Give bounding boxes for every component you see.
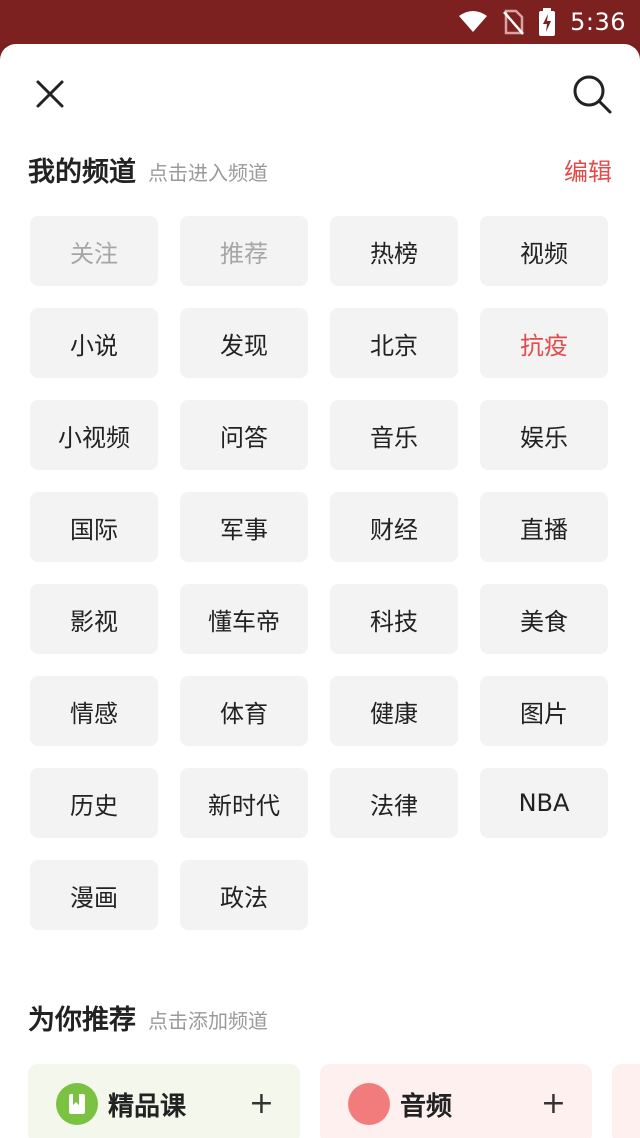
recommended-card-audio[interactable]: 音频 + bbox=[320, 1064, 592, 1138]
channel-chip[interactable]: 军事 bbox=[180, 492, 308, 562]
channel-chip[interactable]: 直播 bbox=[480, 492, 608, 562]
channel-chip[interactable]: 影视 bbox=[30, 584, 158, 654]
channel-chip[interactable]: NBA bbox=[480, 768, 608, 838]
recommended-title: 为你推荐 bbox=[28, 1004, 136, 1036]
wifi-icon bbox=[459, 11, 488, 32]
sheet-top-bar bbox=[0, 44, 640, 144]
channel-chip[interactable]: 发现 bbox=[180, 308, 308, 378]
status-time: 5:36 bbox=[570, 8, 626, 36]
battery-charging-icon bbox=[539, 8, 556, 36]
no-sim-icon bbox=[503, 9, 525, 35]
recommended-card-label: 精品课 bbox=[108, 1091, 187, 1122]
channel-chip[interactable]: 娱乐 bbox=[480, 400, 608, 470]
status-icons: 5:36 bbox=[458, 6, 626, 38]
edit-button[interactable]: 编辑 bbox=[564, 152, 612, 187]
channel-chip[interactable]: 美食 bbox=[480, 584, 608, 654]
channel-chip[interactable]: 热榜 bbox=[330, 216, 458, 286]
channel-chip[interactable]: 抗疫 bbox=[480, 308, 608, 378]
recommended-header: 为你推荐 点击添加频道 bbox=[28, 992, 612, 1042]
channel-chip[interactable]: 法律 bbox=[330, 768, 458, 838]
channel-sheet: 我的频道 点击进入频道 编辑 关注 推荐 热榜 视频小说 发现 北京 抗疫小视频 问答 音乐 娱乐… bbox=[0, 44, 640, 1138]
recommended-hint: 点击添加频道 bbox=[148, 1008, 268, 1033]
channel-chip[interactable]: 北京 bbox=[330, 308, 458, 378]
channel-chip[interactable]: 财经 bbox=[330, 492, 458, 562]
channel-chip[interactable]: 推荐 bbox=[180, 216, 308, 286]
channel-chip[interactable]: 小说 bbox=[30, 308, 158, 378]
my-channels-hint: 点击进入频道 bbox=[148, 160, 268, 185]
add-channel-button[interactable]: + bbox=[249, 1086, 274, 1121]
search-icon[interactable] bbox=[570, 72, 614, 116]
channel-chip[interactable]: 新时代 bbox=[180, 768, 308, 838]
recommended-card-label: 音频 bbox=[400, 1091, 453, 1122]
status-bar: 5:36 bbox=[0, 0, 640, 44]
close-icon[interactable] bbox=[30, 74, 70, 114]
channel-chip[interactable]: 国际 bbox=[30, 492, 158, 562]
recommended-card-partial[interactable] bbox=[612, 1064, 640, 1138]
channel-chip[interactable]: 政法 bbox=[180, 860, 308, 930]
add-channel-button[interactable]: + bbox=[541, 1086, 566, 1121]
channel-chip[interactable]: 懂车帝 bbox=[180, 584, 308, 654]
channel-chip[interactable]: 历史 bbox=[30, 768, 158, 838]
my-channels-title: 我的频道 bbox=[28, 156, 136, 188]
channel-chip[interactable]: 图片 bbox=[480, 676, 608, 746]
recommended-card-jingpinke[interactable]: 精品课 + bbox=[28, 1064, 300, 1138]
recommended-row: 精品课 + 音频 + bbox=[28, 1064, 640, 1138]
channel-chip[interactable]: 视频 bbox=[480, 216, 608, 286]
channel-chip[interactable]: 漫画 bbox=[30, 860, 158, 930]
channel-chip[interactable]: 健康 bbox=[330, 676, 458, 746]
channel-chip[interactable]: 小视频 bbox=[30, 400, 158, 470]
bookmark-icon bbox=[56, 1083, 98, 1125]
my-channels-header: 我的频道 点击进入频道 编辑 bbox=[28, 144, 612, 194]
channel-chip[interactable]: 关注 bbox=[30, 216, 158, 286]
channel-chip[interactable]: 科技 bbox=[330, 584, 458, 654]
channel-grid: 关注 推荐 热榜 视频小说 发现 北京 抗疫小视频 问答 音乐 娱乐国际 军事 财经 直播影视 懂车帝 科技… bbox=[30, 216, 608, 930]
audio-icon bbox=[348, 1083, 390, 1125]
channel-chip[interactable]: 体育 bbox=[180, 676, 308, 746]
channel-chip[interactable]: 音乐 bbox=[330, 400, 458, 470]
channel-chip[interactable]: 情感 bbox=[30, 676, 158, 746]
channel-chip[interactable]: 问答 bbox=[180, 400, 308, 470]
